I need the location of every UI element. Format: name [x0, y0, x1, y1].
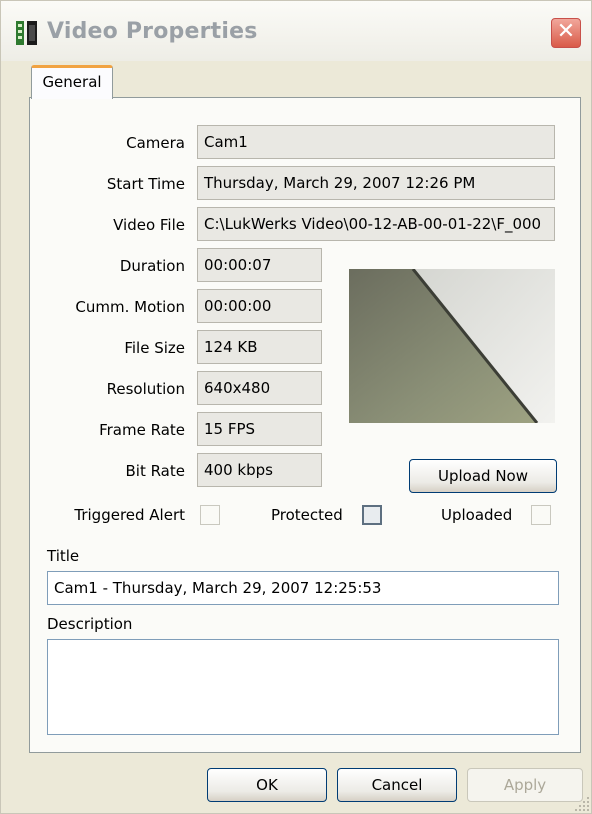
- video-thumbnail: [349, 269, 555, 423]
- video-file-field[interactable]: C:\LukWerks Video\00-12-AB-00-01-22\F_00…: [197, 207, 555, 241]
- resolution-label: Resolution: [106, 380, 185, 398]
- frame-rate-field[interactable]: 15 FPS: [197, 412, 322, 446]
- upload-now-button[interactable]: Upload Now: [409, 459, 557, 493]
- title-bar[interactable]: Video Properties ✕: [1, 1, 591, 61]
- tab-general[interactable]: General: [31, 65, 113, 99]
- bit-rate-field[interactable]: 400 kbps: [197, 453, 322, 487]
- resize-grip-icon[interactable]: [573, 795, 591, 813]
- protected-checkbox[interactable]: [362, 505, 382, 525]
- cumm-motion-label: Cumm. Motion: [75, 298, 185, 316]
- frame-rate-label: Frame Rate: [99, 421, 185, 439]
- camera-label: Camera: [126, 134, 185, 152]
- triggered-alert-label: Triggered Alert: [74, 506, 185, 524]
- triggered-alert-checkbox[interactable]: [200, 505, 220, 525]
- file-size-field[interactable]: 124 KB: [197, 330, 322, 364]
- resolution-field[interactable]: 640x480: [197, 371, 322, 405]
- video-properties-dialog: Video Properties ✕ General Camera Start …: [0, 0, 592, 814]
- duration-label: Duration: [119, 257, 185, 275]
- cumm-motion-field[interactable]: 00:00:00: [197, 289, 322, 323]
- video-properties-icon: [16, 21, 37, 45]
- file-size-label: File Size: [124, 339, 185, 357]
- description-label: Description: [47, 615, 133, 633]
- window-title: Video Properties: [47, 19, 258, 44]
- start-time-field[interactable]: Thursday, March 29, 2007 12:26 PM: [197, 166, 555, 200]
- uploaded-label: Uploaded: [441, 506, 513, 524]
- title-input[interactable]: Cam1 - Thursday, March 29, 2007 12:25:53: [47, 571, 559, 605]
- video-file-label: Video File: [113, 216, 185, 234]
- protected-label: Protected: [271, 506, 343, 524]
- close-button[interactable]: ✕: [551, 18, 581, 48]
- close-icon: ✕: [556, 19, 576, 44]
- cancel-button[interactable]: Cancel: [337, 768, 457, 802]
- camera-field[interactable]: Cam1: [197, 125, 555, 159]
- uploaded-checkbox[interactable]: [531, 505, 551, 525]
- title-label: Title: [47, 547, 80, 565]
- ok-button[interactable]: OK: [207, 768, 327, 802]
- bit-rate-label: Bit Rate: [125, 462, 185, 480]
- duration-field[interactable]: 00:00:07: [197, 248, 322, 282]
- apply-button[interactable]: Apply: [467, 768, 583, 802]
- start-time-label: Start Time: [106, 175, 185, 193]
- description-input[interactable]: [47, 639, 559, 735]
